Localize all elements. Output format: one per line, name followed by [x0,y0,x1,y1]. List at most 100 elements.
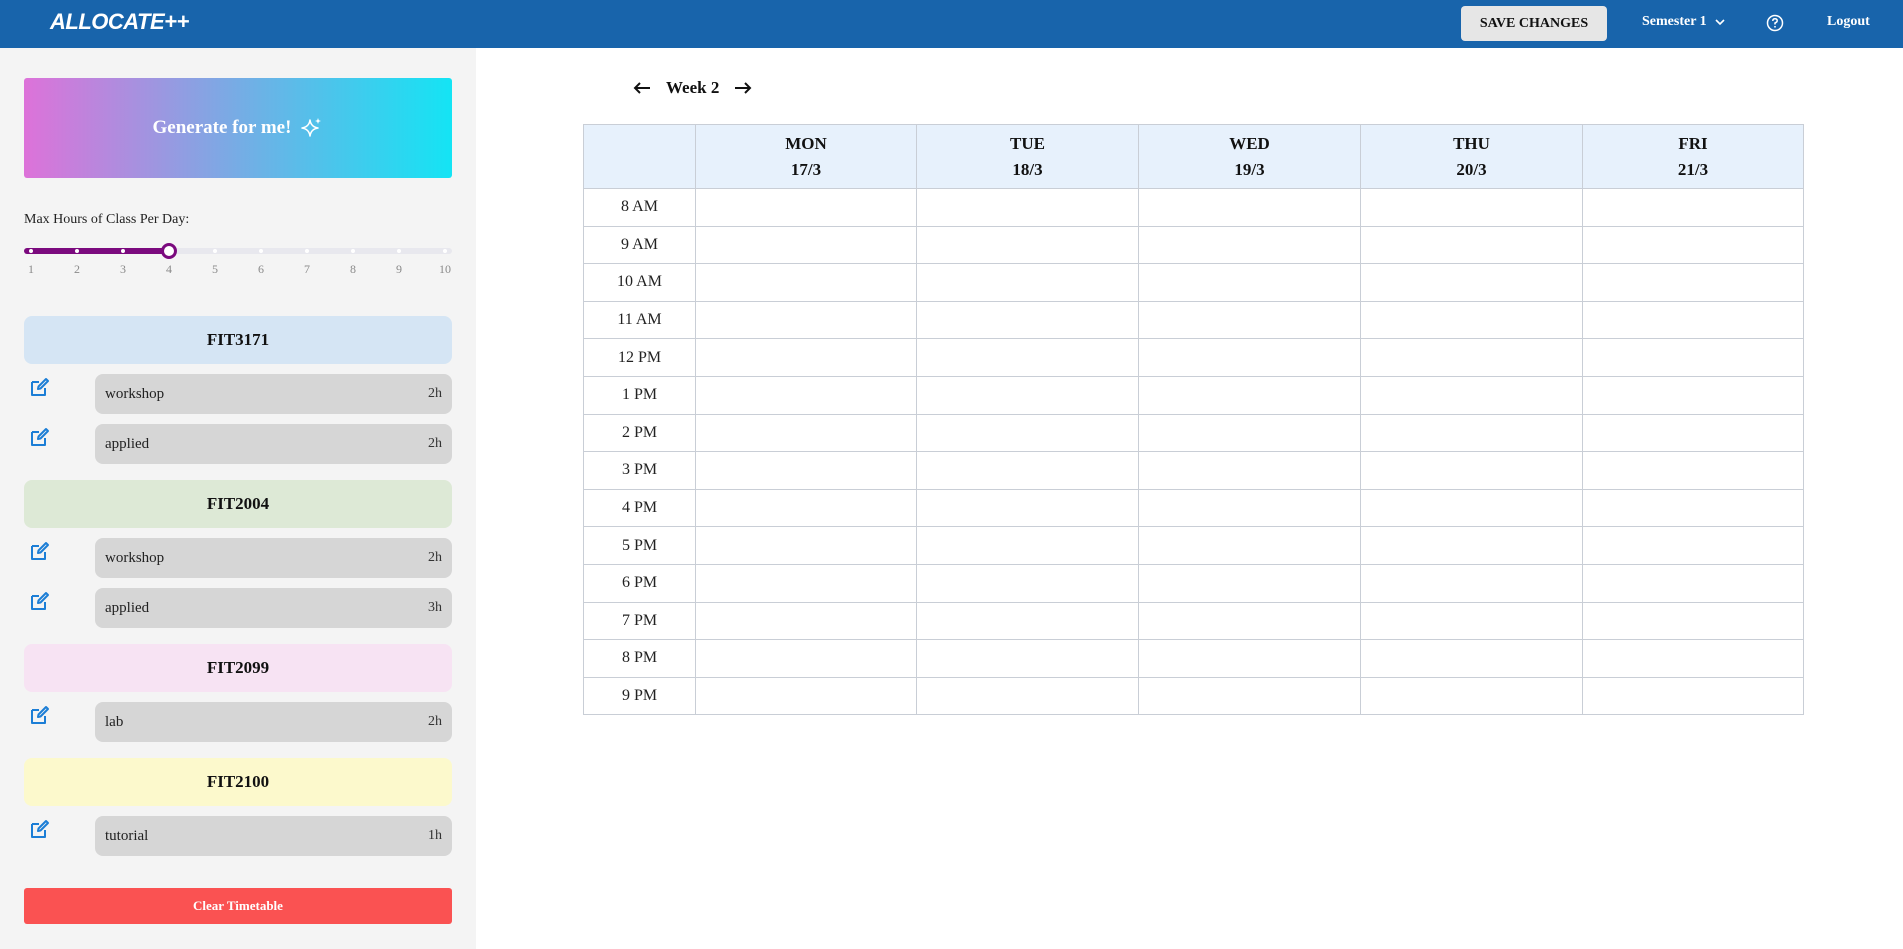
timetable-slot[interactable] [1582,639,1804,678]
timetable-slot[interactable] [1138,488,1361,528]
timetable-slot[interactable] [1582,413,1804,453]
max-hours-slider[interactable]: 1 2 3 4 5 6 7 8 9 10 [24,243,452,284]
timetable-slot[interactable] [1360,601,1583,641]
timetable-slot[interactable] [695,338,917,377]
timetable-slot[interactable] [1360,300,1583,340]
timetable-slot[interactable] [1582,676,1804,716]
day-name: THU [1453,133,1490,153]
timetable-slot[interactable] [1582,300,1804,340]
timetable-slot[interactable] [1582,375,1804,415]
arrow-left-icon[interactable] [632,80,652,96]
timetable-slot[interactable] [1360,263,1583,302]
slider-tick [121,249,125,253]
timetable-slot[interactable] [1360,451,1583,490]
timetable-slot[interactable] [916,300,1139,340]
timetable-slot[interactable] [695,263,917,302]
timetable-slot[interactable] [916,375,1139,415]
activity-item[interactable]: workshop 2h [95,538,452,578]
activity-item[interactable]: lab 2h [95,702,452,742]
timetable-slot[interactable] [916,601,1139,641]
edit-icon[interactable] [29,818,51,840]
semester-select[interactable]: Semester 1 [1642,14,1725,30]
edit-icon[interactable] [29,540,51,562]
timetable-slot[interactable] [1138,563,1361,603]
timetable-slot[interactable] [916,526,1139,565]
timetable-slot[interactable] [695,639,917,678]
activity-item[interactable]: tutorial 1h [95,816,452,856]
timetable-slot[interactable] [1582,488,1804,528]
timetable-slot[interactable] [695,451,917,490]
timetable-slot[interactable] [695,488,917,528]
timetable-slot[interactable] [916,451,1139,490]
activity-item[interactable]: applied 3h [95,588,452,628]
activity-name: lab [105,713,124,730]
timetable-slot[interactable] [1582,601,1804,641]
timetable-slot[interactable] [1360,563,1583,603]
timetable-slot[interactable] [1360,639,1583,678]
timetable-slot[interactable] [1360,225,1583,265]
edit-icon[interactable] [29,376,51,398]
timetable-slot[interactable] [1138,225,1361,265]
timetable-slot[interactable] [1138,338,1361,377]
timetable-slot[interactable] [1138,526,1361,565]
slider-thumb[interactable] [161,243,177,259]
slider-mark-label: 8 [350,262,356,276]
activity-item[interactable]: workshop 2h [95,374,452,414]
timetable-slot[interactable] [695,300,917,340]
time-label: 8 PM [583,639,696,678]
timetable-slot[interactable] [916,563,1139,603]
timetable-slot[interactable] [916,263,1139,302]
timetable-slot[interactable] [916,413,1139,453]
timetable-slot[interactable] [916,188,1139,227]
timetable-slot[interactable] [1582,188,1804,227]
timetable-slot[interactable] [695,601,917,641]
timetable-slot[interactable] [1582,225,1804,265]
timetable-slot[interactable] [695,375,917,415]
timetable-slot[interactable] [695,413,917,453]
day-date: 19/3 [1234,159,1265,179]
timetable-slot[interactable] [695,526,917,565]
timetable-slot[interactable] [1138,639,1361,678]
timetable-slot[interactable] [1360,338,1583,377]
timetable-slot[interactable] [695,676,917,716]
timetable-slot[interactable] [1360,413,1583,453]
timetable-slot[interactable] [1360,676,1583,716]
timetable-slot[interactable] [1582,451,1804,490]
generate-button[interactable]: Generate for me! [24,78,452,178]
timetable-slot[interactable] [1138,413,1361,453]
timetable-slot[interactable] [916,488,1139,528]
clear-timetable-button[interactable]: Clear Timetable [24,888,452,924]
timetable-slot[interactable] [695,188,917,227]
timetable-slot[interactable] [1138,451,1361,490]
edit-icon[interactable] [29,590,51,612]
timetable-slot[interactable] [1582,563,1804,603]
timetable-slot[interactable] [1582,338,1804,377]
save-changes-button[interactable]: SAVE CHANGES [1461,6,1607,41]
timetable-slot[interactable] [916,676,1139,716]
timetable-slot[interactable] [1360,375,1583,415]
edit-icon[interactable] [29,426,51,448]
timetable-slot[interactable] [1138,375,1361,415]
timetable-slot[interactable] [916,639,1139,678]
activity-item[interactable]: applied 2h [95,424,452,464]
app-logo[interactable]: ALLOCATE++ [50,9,189,35]
timetable-slot[interactable] [695,563,917,603]
help-icon[interactable] [1766,14,1784,32]
timetable-slot[interactable] [1138,601,1361,641]
timetable-slot[interactable] [1138,263,1361,302]
timetable-slot[interactable] [1582,526,1804,565]
timetable-slot[interactable] [916,338,1139,377]
timetable-slot[interactable] [1138,188,1361,227]
timetable-slot[interactable] [1582,263,1804,302]
timetable-slot[interactable] [1138,300,1361,340]
timetable-slot[interactable] [916,225,1139,265]
timetable-slot[interactable] [1360,526,1583,565]
logout-link[interactable]: Logout [1827,14,1870,30]
timetable-slot[interactable] [1138,676,1361,716]
time-row: 3 PM [583,451,1804,490]
timetable-slot[interactable] [695,225,917,265]
timetable-slot[interactable] [1360,188,1583,227]
timetable-slot[interactable] [1360,488,1583,528]
arrow-right-icon[interactable] [733,80,753,96]
edit-icon[interactable] [29,704,51,726]
